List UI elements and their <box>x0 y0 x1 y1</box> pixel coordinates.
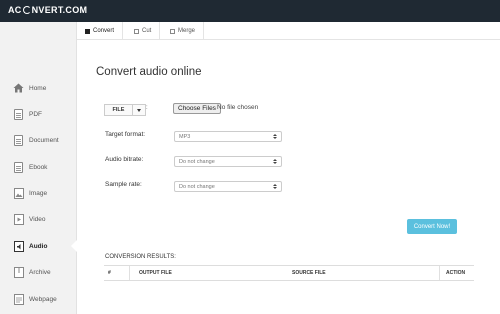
column-header-action: ACTION <box>446 270 466 276</box>
sample-rate-select[interactable]: Do not change <box>174 181 282 192</box>
logo[interactable]: AC NVERT.COM <box>8 5 87 15</box>
tab-convert[interactable]: Convert <box>77 22 124 40</box>
convert-now-button[interactable]: Convert Now! <box>407 219 457 234</box>
file-button-label[interactable]: FILE <box>105 105 133 115</box>
file-colon: : <box>146 105 148 111</box>
sidebar-item-label: Ebook <box>29 163 48 171</box>
video-icon <box>13 213 24 225</box>
no-file-chosen-text: No file chosen <box>217 104 259 111</box>
sidebar-item-label: Document <box>29 136 59 144</box>
choose-files-button[interactable]: Choose Files <box>173 103 221 114</box>
sidebar-item-pdf[interactable]: PDF <box>0 101 76 127</box>
sidebar-item-label: Archive <box>29 268 51 276</box>
archive-icon <box>13 266 24 278</box>
sidebar-item-archive[interactable]: Archive <box>0 259 76 285</box>
target-format-label: Target format: <box>105 131 146 138</box>
logo-text-left: AC <box>8 5 22 15</box>
select-value: MP3 <box>179 133 191 140</box>
checkbox-icon <box>134 28 139 34</box>
sidebar-item-label: Audio <box>29 242 48 250</box>
image-icon <box>13 187 24 199</box>
column-divider <box>129 266 130 280</box>
page-title: Convert audio online <box>96 66 202 78</box>
sidebar-item-image[interactable]: Image <box>0 180 76 206</box>
sidebar-item-ebook[interactable]: Ebook <box>0 154 76 180</box>
conversion-results-label: CONVERSION RESULTS: <box>105 254 176 260</box>
sidebar-item-home[interactable]: Home <box>0 75 76 101</box>
sidebar-item-label: Image <box>29 189 48 197</box>
select-value: Do not change <box>179 183 215 190</box>
tab-label: Convert <box>93 28 115 34</box>
results-table-header: # OUTPUT FILE SOURCE FILE ACTION <box>104 265 474 281</box>
select-arrows-icon <box>273 159 277 164</box>
webpage-icon <box>13 293 24 305</box>
ebook-icon <box>13 161 24 173</box>
column-header-number: # <box>108 270 111 276</box>
audio-bitrate-select[interactable]: Do not change <box>174 156 282 167</box>
column-divider <box>439 266 440 280</box>
select-arrows-icon <box>273 134 277 139</box>
active-indicator <box>71 240 77 252</box>
column-header-source-file: SOURCE FILE <box>292 270 326 276</box>
sidebar-item-label: Video <box>29 215 46 223</box>
refresh-icon <box>22 6 31 14</box>
sidebar-item-label: Home <box>29 84 47 92</box>
sidebar: Home PDF Document Ebook Image Video Audi… <box>0 22 77 314</box>
pdf-icon <box>13 108 24 120</box>
logo-text-right: NVERT.COM <box>31 5 88 15</box>
sidebar-item-label: PDF <box>29 110 42 118</box>
column-header-output-file: OUTPUT FILE <box>139 270 172 276</box>
home-icon <box>13 82 24 94</box>
select-value: Do not change <box>179 158 215 165</box>
select-arrows-icon <box>273 184 277 189</box>
chevron-down-icon[interactable] <box>133 105 145 115</box>
top-bar: AC NVERT.COM <box>0 0 500 22</box>
file-source-dropdown[interactable]: FILE <box>104 104 146 116</box>
sidebar-item-video[interactable]: Video <box>0 206 76 232</box>
checkbox-icon <box>170 28 175 34</box>
tab-label: Cut <box>142 28 152 34</box>
checkbox-icon <box>85 28 90 34</box>
target-format-select[interactable]: MP3 <box>174 131 282 142</box>
tool-tabs: Convert Cut Merge <box>77 22 500 40</box>
sidebar-item-label: Webpage <box>29 295 57 303</box>
tab-cut[interactable]: Cut <box>126 22 161 40</box>
sample-rate-label: Sample rate: <box>105 181 142 188</box>
document-icon <box>13 134 24 146</box>
sidebar-item-webpage[interactable]: Webpage <box>0 286 76 312</box>
audio-bitrate-label: Audio bitrate: <box>105 156 144 163</box>
audio-icon <box>13 240 24 252</box>
sidebar-item-audio[interactable]: Audio <box>0 233 77 259</box>
sidebar-item-document[interactable]: Document <box>0 127 76 153</box>
tab-merge[interactable]: Merge <box>162 22 205 40</box>
tab-label: Merge <box>178 28 196 34</box>
